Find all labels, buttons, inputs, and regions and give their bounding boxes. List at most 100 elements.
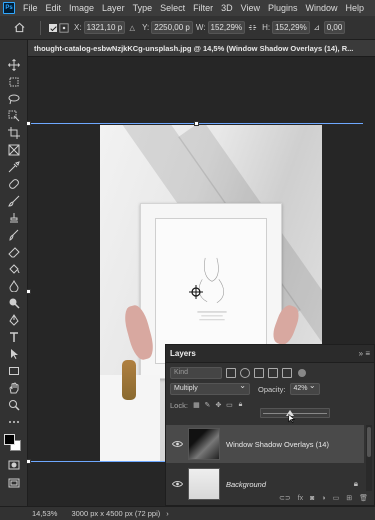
reference-point-icon[interactable] xyxy=(57,21,71,35)
type-tool-icon[interactable] xyxy=(7,330,21,344)
type-filter-icon[interactable] xyxy=(254,368,264,378)
adjustment-layer-icon[interactable]: ◑ xyxy=(321,495,325,502)
move-tool-icon[interactable] xyxy=(7,58,21,72)
dodge-tool-icon[interactable] xyxy=(7,296,21,310)
dried-flowers xyxy=(122,360,136,400)
paint-bucket-tool-icon[interactable] xyxy=(7,262,21,276)
blend-mode-dropdown[interactable]: Multiply xyxy=(170,381,250,395)
reference-point-checkbox[interactable] xyxy=(49,23,57,32)
brush-tool-icon[interactable] xyxy=(7,194,21,208)
lock-all-icon[interactable]: 🔒︎ xyxy=(236,401,245,410)
clone-stamp-tool-icon[interactable] xyxy=(7,211,21,225)
quick-mask-icon[interactable] xyxy=(7,458,21,472)
width-field[interactable]: 152,29% xyxy=(207,21,246,34)
panel-menu-icon[interactable]: » ≡ xyxy=(359,349,370,358)
visibility-eye-icon[interactable] xyxy=(170,477,184,491)
filter-row: Kind xyxy=(166,365,374,381)
document-info: 3000 px x 4500 px (72 ppi) xyxy=(71,509,161,518)
add-mask-icon[interactable]: ◙ xyxy=(310,495,314,502)
transform-handle[interactable] xyxy=(26,121,31,126)
layer-kind-filter[interactable]: Kind xyxy=(170,367,222,379)
document-tab[interactable]: thought-catalog-esbwNzjkKCg-unsplash.jpg… xyxy=(28,40,375,57)
lock-transparent-icon[interactable]: ▦ xyxy=(192,401,201,410)
menu-layer[interactable]: Layer xyxy=(98,0,129,16)
link-layers-icon[interactable]: ⊂⊃ xyxy=(279,494,291,502)
layer-name[interactable]: Background xyxy=(226,480,266,489)
w-label: W: xyxy=(195,23,206,32)
rotation-field[interactable]: 0,00 xyxy=(323,21,346,34)
menu-help[interactable]: Help xyxy=(342,0,369,16)
menu-select[interactable]: Select xyxy=(156,0,189,16)
menu-window[interactable]: Window xyxy=(302,0,342,16)
zoom-level[interactable]: 14,53% xyxy=(32,509,57,518)
lock-artboard-icon[interactable]: ▭ xyxy=(225,401,234,410)
shape-filter-icon[interactable] xyxy=(268,368,278,378)
tools-panel xyxy=(0,40,28,506)
transform-handle[interactable] xyxy=(26,289,31,294)
layers-scrollbar[interactable] xyxy=(366,425,372,491)
menu-image[interactable]: Image xyxy=(65,0,98,16)
smart-object-filter-icon[interactable] xyxy=(282,368,292,378)
adjustment-filter-icon[interactable] xyxy=(240,368,250,378)
layer-row-window-shadow[interactable]: Window Shadow Overlays (14) xyxy=(166,425,364,463)
layer-name[interactable]: Window Shadow Overlays (14) xyxy=(226,440,329,449)
lock-label: Lock: xyxy=(170,400,188,410)
transform-handle[interactable] xyxy=(26,459,31,464)
options-bar: X: 1321,10 p △ Y: 2250,00 p W: 152,29% H… xyxy=(0,16,375,40)
layers-panel-title[interactable]: Layers xyxy=(170,349,196,358)
zoom-tool-icon[interactable] xyxy=(7,398,21,412)
pixel-filter-icon[interactable] xyxy=(226,368,236,378)
triangle-icon: △ xyxy=(129,24,135,32)
delete-layer-icon[interactable]: 🗑︎ xyxy=(359,494,368,502)
object-selection-tool-icon[interactable] xyxy=(7,109,21,123)
transform-center-crosshair-icon[interactable] xyxy=(189,285,203,299)
x-position-field[interactable]: 1321,10 p xyxy=(83,21,126,34)
menu-plugins[interactable]: Plugins xyxy=(264,0,302,16)
more-tools-icon[interactable] xyxy=(7,415,21,429)
rectangle-tool-icon[interactable] xyxy=(7,364,21,378)
menu-3d[interactable]: 3D xyxy=(217,0,237,16)
layer-lock-icon: 🔒︎ xyxy=(353,479,358,488)
path-selection-tool-icon[interactable] xyxy=(7,347,21,361)
opacity-field[interactable]: 42% xyxy=(289,381,320,395)
menu-type[interactable]: Type xyxy=(129,0,157,16)
new-layer-icon[interactable]: ⊞ xyxy=(346,494,352,502)
layer-style-icon[interactable]: fx xyxy=(298,495,303,502)
home-icon[interactable] xyxy=(12,21,26,35)
layers-panel-footer: ⊂⊃ fx ◙ ◑ ▭ ⊞ 🗑︎ xyxy=(166,491,374,505)
menu-edit[interactable]: Edit xyxy=(42,0,66,16)
y-position-field[interactable]: 2250,00 p xyxy=(151,21,193,34)
history-brush-tool-icon[interactable] xyxy=(7,228,21,242)
transform-handle[interactable] xyxy=(194,121,199,126)
crop-tool-icon[interactable] xyxy=(7,126,21,140)
x-label: X: xyxy=(74,23,82,32)
status-arrow-icon[interactable]: › xyxy=(166,509,169,518)
transform-bounding-box-bottom xyxy=(28,461,168,462)
visibility-eye-icon[interactable] xyxy=(170,437,184,451)
frame-tool-icon[interactable] xyxy=(7,143,21,157)
foreground-color-swatch[interactable] xyxy=(4,434,15,445)
menu-file[interactable]: File xyxy=(19,0,42,16)
new-group-icon[interactable]: ▭ xyxy=(333,494,340,502)
layer-thumbnail xyxy=(188,428,220,460)
menu-filter[interactable]: Filter xyxy=(189,0,217,16)
opacity-label: Opacity: xyxy=(258,384,286,394)
artboard-tool-icon[interactable] xyxy=(7,75,21,89)
height-field[interactable]: 152,29% xyxy=(272,21,310,34)
healing-brush-tool-icon[interactable] xyxy=(7,177,21,191)
blur-tool-icon[interactable] xyxy=(7,279,21,293)
link-icon[interactable] xyxy=(245,21,259,35)
eyedropper-tool-icon[interactable] xyxy=(7,160,21,174)
screen-mode-icon[interactable] xyxy=(7,476,21,490)
hand-tool-icon[interactable] xyxy=(7,381,21,395)
lasso-tool-icon[interactable] xyxy=(7,92,21,106)
photoshop-logo-icon[interactable]: Ps xyxy=(3,2,15,14)
lock-image-icon[interactable]: ✎ xyxy=(203,401,212,410)
menu-view[interactable]: View xyxy=(237,0,264,16)
filter-toggle-icon[interactable] xyxy=(298,369,306,377)
pen-tool-icon[interactable] xyxy=(7,313,21,327)
lock-position-icon[interactable]: ✥ xyxy=(214,401,223,410)
y-label: Y: xyxy=(142,23,150,32)
eraser-tool-icon[interactable] xyxy=(7,245,21,259)
divider xyxy=(40,20,41,35)
